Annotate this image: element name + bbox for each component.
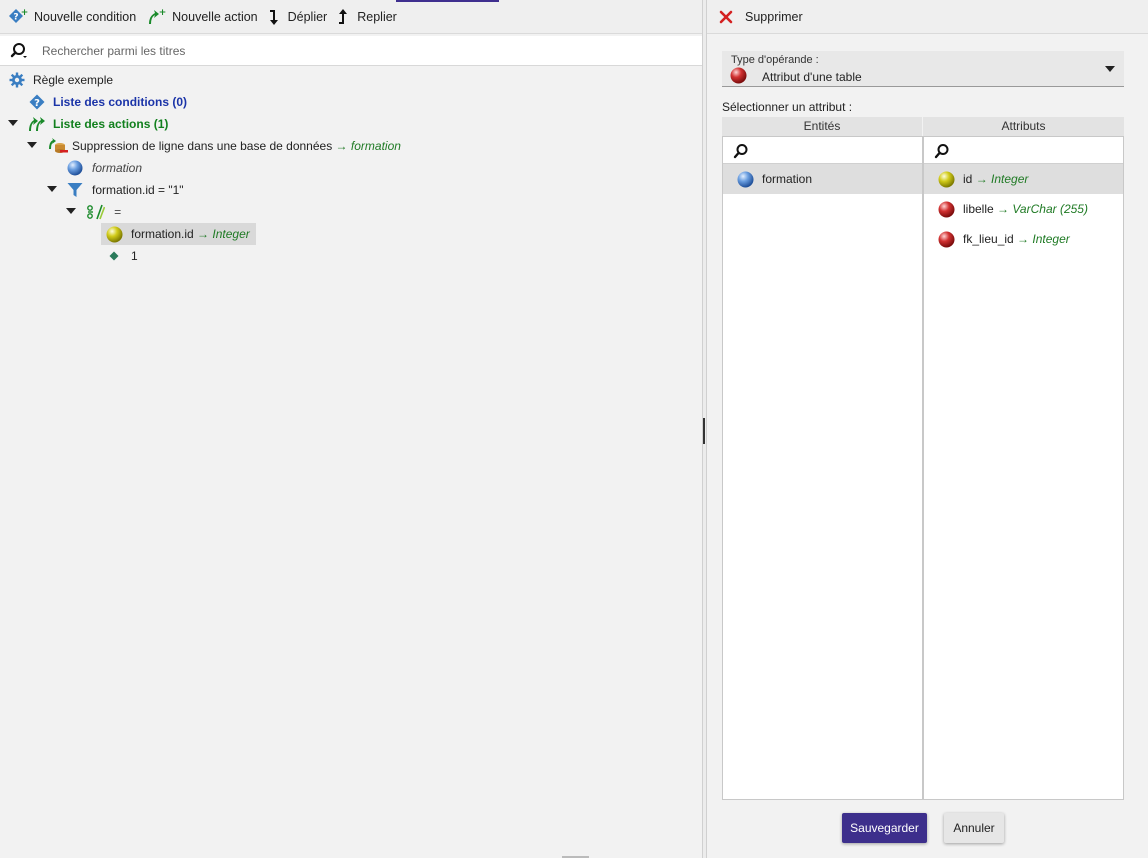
operand-type-select[interactable]: Type d'opérande : Attribut d'une table	[722, 51, 1124, 87]
svg-text:?: ?	[13, 12, 18, 22]
gear-icon	[9, 72, 25, 88]
collapse-toggle-icon[interactable]	[8, 120, 18, 126]
select-attribute-label: Sélectionner un attribut :	[722, 100, 853, 114]
collapse-toggle-icon[interactable]	[27, 142, 37, 148]
operand-type-caption: Type d'opérande :	[731, 54, 819, 66]
rule-tree: Règle exemple ? Liste des conditions (0)…	[0, 69, 702, 267]
attribute-red-ball-icon	[938, 231, 955, 248]
operand-attribute-label: formation.id → Integer	[131, 227, 250, 241]
new-action-button[interactable]: + Nouvelle action	[146, 0, 258, 34]
expand-button[interactable]: Déplier	[268, 0, 328, 34]
tree-toolbar: ? + Nouvelle condition + Nouvelle action…	[0, 0, 702, 34]
close-x-icon	[719, 10, 733, 23]
chevron-down-icon	[1105, 66, 1115, 72]
operand-type-value: Attribut d'une table	[762, 70, 862, 84]
rule-tree-pane: ? + Nouvelle condition + Nouvelle action…	[0, 0, 702, 858]
attribute-red-ball-icon	[938, 201, 955, 218]
delete-label: Supprimer	[745, 9, 803, 24]
collapse-button[interactable]: Replier	[337, 0, 397, 34]
svg-text:+: +	[159, 8, 166, 18]
entities-header: Entités	[722, 117, 922, 136]
active-tab-indicator	[396, 0, 499, 2]
splitter-grip-handle[interactable]	[703, 418, 705, 444]
attribute-yellow-ball-icon	[938, 171, 955, 188]
operand-editor-pane: Supprimer Type d'opérande : Attribut d'u…	[707, 0, 1148, 858]
new-condition-label: Nouvelle condition	[34, 9, 137, 24]
delete-row-action-label: Suppression de ligne dans une base de do…	[72, 139, 401, 153]
conditions-list-label: Liste des conditions (0)	[53, 95, 188, 109]
tree-node-operand-attribute[interactable]: formation.id → Integer	[0, 223, 702, 245]
value-diamond-icon	[109, 251, 119, 261]
editor-toolbar: Supprimer	[707, 0, 1148, 34]
actions-icon	[29, 117, 45, 131]
attributes-list: id → Integer libelle → VarChar (255) fk_…	[923, 136, 1124, 800]
new-condition-icon: ? +	[9, 8, 28, 23]
collapse-up-arrow-icon	[339, 8, 348, 24]
tree-node-actions[interactable]: Liste des actions (1)	[0, 113, 702, 135]
attributes-search-input[interactable]	[956, 142, 1106, 158]
database-delete-icon	[49, 138, 68, 153]
search-icon	[934, 144, 949, 159]
rule-label: Règle exemple	[33, 73, 114, 87]
attribute-label: id → Integer	[963, 172, 1029, 186]
expand-label: Déplier	[287, 9, 328, 24]
operator-icon	[87, 204, 105, 220]
red-ball-icon	[730, 67, 747, 84]
collapse-label: Replier	[357, 9, 397, 24]
entity-label: formation	[762, 172, 813, 186]
table-node-label: formation	[92, 161, 143, 175]
new-action-label: Nouvelle action	[172, 9, 258, 24]
attributes-search	[924, 137, 1123, 164]
search-icon	[10, 42, 27, 58]
filter-label: formation.id = "1"	[92, 183, 184, 197]
delete-button[interactable]: Supprimer	[719, 0, 803, 34]
entities-list: formation	[722, 136, 923, 800]
new-condition-button[interactable]: ? + Nouvelle condition	[8, 0, 136, 34]
tree-node-delete-row-action[interactable]: Suppression de ligne dans une base de do…	[0, 135, 702, 157]
tree-node-filter[interactable]: formation.id = "1"	[0, 179, 702, 201]
search-icon	[733, 144, 748, 159]
attribute-label: libelle → VarChar (255)	[963, 202, 1088, 216]
new-action-icon: +	[149, 8, 166, 24]
attribute-row-fk-lieu-id[interactable]: fk_lieu_id → Integer	[924, 224, 1123, 254]
actions-list-label: Liste des actions (1)	[53, 117, 169, 131]
tree-node-rule[interactable]: Règle exemple	[0, 69, 702, 91]
attribute-row-id[interactable]: id → Integer	[924, 164, 1123, 194]
attribute-row-libelle[interactable]: libelle → VarChar (255)	[924, 194, 1123, 224]
svg-text:?: ?	[34, 98, 40, 109]
tree-node-operator[interactable]: =	[0, 201, 702, 223]
cancel-button[interactable]: Annuler	[944, 813, 1004, 843]
filter-funnel-icon	[67, 183, 83, 197]
title-search-bar	[0, 36, 702, 66]
attribute-yellow-ball-icon	[106, 226, 123, 243]
operand-value-label: 1	[131, 249, 138, 263]
collapse-toggle-icon[interactable]	[66, 208, 76, 214]
save-button[interactable]: Sauvegarder	[842, 813, 927, 843]
collapse-toggle-icon[interactable]	[47, 186, 57, 192]
attributes-header: Attributs	[923, 117, 1124, 136]
table-blue-ball-icon	[67, 160, 83, 176]
attribute-label: fk_lieu_id → Integer	[963, 232, 1070, 246]
entities-search	[723, 137, 922, 164]
tree-node-table[interactable]: formation	[0, 157, 702, 179]
entity-row[interactable]: formation	[723, 164, 922, 194]
entities-search-input[interactable]	[755, 142, 905, 158]
tree-node-conditions[interactable]: ? Liste des conditions (0)	[0, 91, 702, 113]
entity-blue-ball-icon	[737, 171, 754, 188]
svg-text:+: +	[21, 8, 28, 18]
operator-label: =	[114, 205, 122, 219]
expand-down-arrow-icon	[269, 9, 278, 25]
condition-diamond-icon: ?	[29, 94, 45, 110]
title-search-input[interactable]	[40, 42, 640, 59]
tree-node-operand-value[interactable]: 1	[0, 245, 702, 267]
